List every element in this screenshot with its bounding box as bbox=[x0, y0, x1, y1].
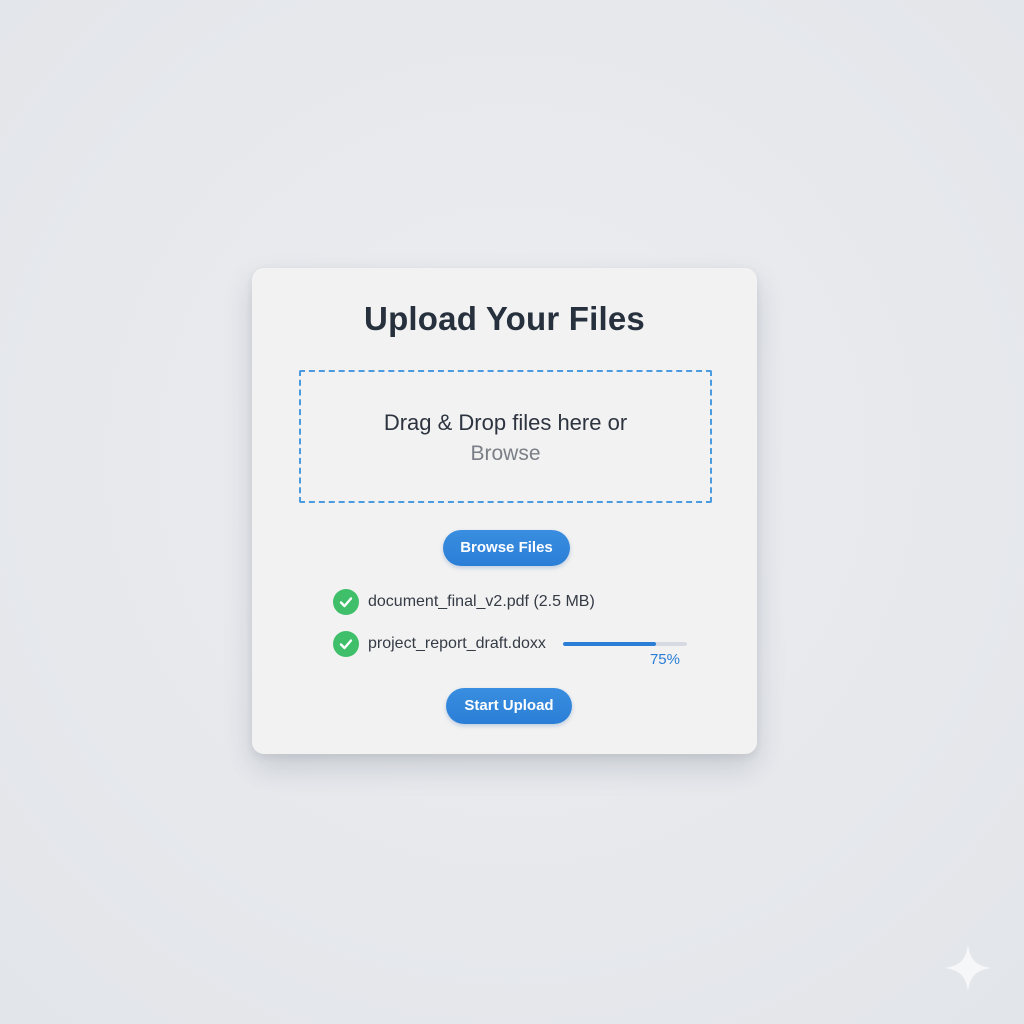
page-background: Upload Your Files Drag & Drop files here… bbox=[0, 0, 1024, 1024]
upload-progress-percent: 75% bbox=[649, 651, 680, 668]
drop-zone-text: Drag & Drop files here or bbox=[383, 410, 628, 435]
upload-progress-fill bbox=[563, 642, 656, 646]
check-circle-icon bbox=[333, 589, 359, 615]
file-list-item: document_final_v2.pdf (2.5 MB) bbox=[333, 589, 595, 615]
sparkle-icon bbox=[944, 944, 992, 992]
dialog-title: Upload Your Files bbox=[364, 300, 645, 337]
check-circle-icon bbox=[333, 631, 359, 657]
upload-progress-bar bbox=[563, 642, 687, 646]
drop-zone[interactable]: Drag & Drop files here or Browse bbox=[299, 370, 712, 503]
file-name: document_final_v2.pdf (2.5 MB) bbox=[368, 593, 595, 610]
file-list-item: project_report_draft.doxx bbox=[333, 631, 546, 657]
drop-zone-browse-link[interactable]: Browse bbox=[301, 442, 710, 466]
start-upload-button[interactable]: Start Upload bbox=[446, 688, 572, 724]
file-name: project_report_draft.doxx bbox=[368, 635, 546, 652]
upload-dialog: Upload Your Files Drag & Drop files here… bbox=[252, 268, 757, 754]
browse-files-button[interactable]: Browse Files bbox=[443, 530, 570, 566]
